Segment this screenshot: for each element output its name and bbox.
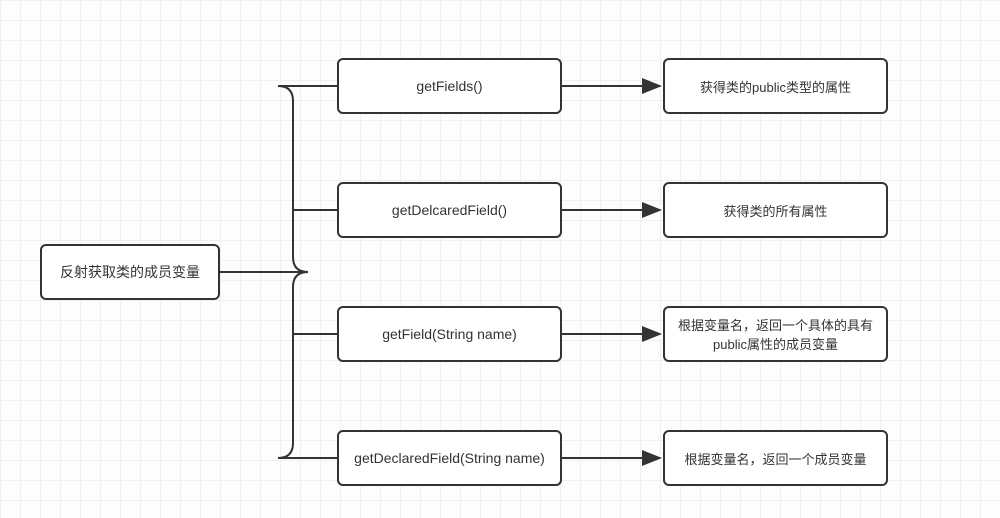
desc-label: 获得类的public类型的属性 (700, 77, 851, 96)
method-label: getFields() (416, 78, 482, 94)
root-node: 反射获取类的成员变量 (40, 244, 220, 300)
desc-node-3: 根据变量名，返回一个具体的具有public属性的成员变量 (663, 306, 888, 362)
desc-label: 根据变量名，返回一个成员变量 (684, 449, 866, 468)
brace-path (278, 86, 308, 458)
root-label: 反射获取类的成员变量 (60, 262, 200, 282)
method-label: getDelcaredField() (392, 202, 507, 218)
method-node-getdeclaredfield-string: getDeclaredField(String name) (337, 430, 562, 486)
method-node-getfield-string: getField(String name) (337, 306, 562, 362)
desc-label: 根据变量名，返回一个具体的具有public属性的成员变量 (673, 315, 878, 353)
method-node-getdeclaredfield: getDelcaredField() (337, 182, 562, 238)
method-label: getDeclaredField(String name) (354, 450, 545, 466)
desc-node-1: 获得类的public类型的属性 (663, 58, 888, 114)
desc-label: 获得类的所有属性 (723, 201, 827, 220)
method-label: getField(String name) (382, 326, 517, 342)
method-node-getfields: getFields() (337, 58, 562, 114)
desc-node-4: 根据变量名，返回一个成员变量 (663, 430, 888, 486)
desc-node-2: 获得类的所有属性 (663, 182, 888, 238)
